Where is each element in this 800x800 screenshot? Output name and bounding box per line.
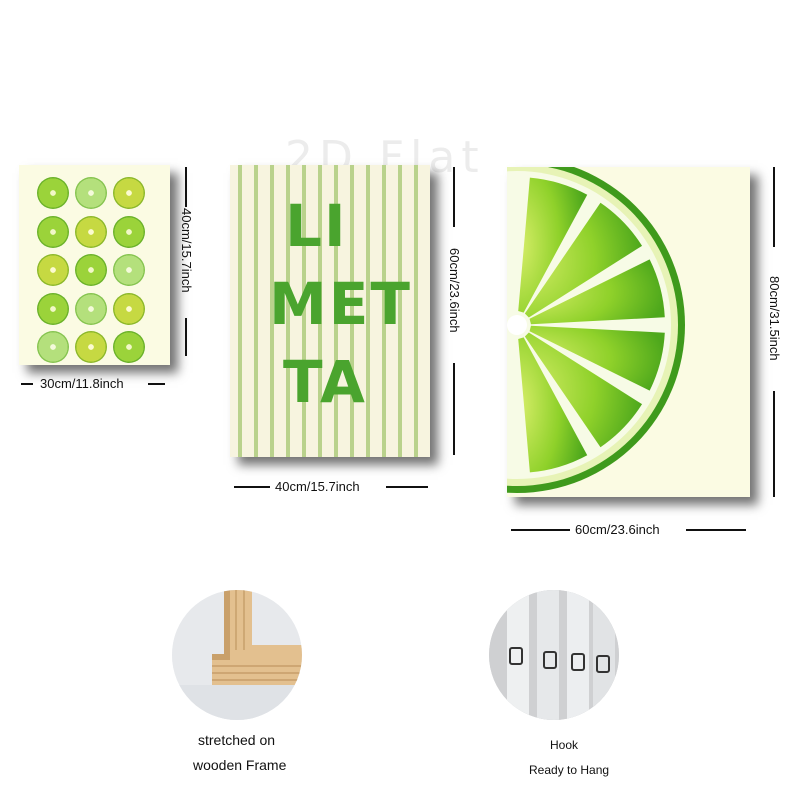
lime-slice-print (507, 167, 750, 497)
panel-3-height-label: 80cm/31.5inch (767, 276, 782, 361)
panel-2-height-label: 60cm/23.6inch (447, 248, 462, 333)
hook-caption-line-1: Hook (550, 738, 579, 752)
dimension-line-vertical (185, 167, 187, 207)
lime-grid (37, 177, 152, 363)
hook-icon (489, 590, 619, 720)
limetta-text: LI MET TA (230, 187, 430, 421)
lime-slice-icon (37, 177, 69, 209)
lime-slice-icon (37, 215, 69, 248)
lime-slice-icon (113, 215, 145, 248)
lime-slice-icon (75, 177, 107, 209)
lime-slice-icon (75, 254, 107, 286)
lime-slice-icon (113, 254, 145, 286)
limetta-line: LI (285, 192, 348, 260)
panel-2-width-label: 40cm/15.7inch (275, 479, 360, 494)
limetta-text-print: LI MET TA (230, 165, 430, 457)
dimension-line-vertical (773, 391, 775, 497)
dimension-line-vertical (773, 167, 775, 247)
lime-slice-icon (113, 177, 145, 209)
wooden-frame-caption-line-2: wooden Frame (193, 757, 287, 773)
limetta-line: MET (269, 270, 412, 338)
lime-slice-icon (37, 254, 69, 286)
lime-slice-icon (75, 215, 107, 248)
lime-slice-icon (75, 331, 107, 363)
dimension-line-horizontal (511, 529, 570, 531)
wooden-frame-icon (172, 590, 302, 720)
dimension-line-horizontal (148, 383, 165, 385)
limetta-line: TA (283, 348, 367, 416)
lime-slice-icon (75, 292, 107, 325)
lime-slice-icon (37, 331, 69, 363)
wooden-frame-caption-line-1: stretched on (198, 732, 276, 748)
dimension-line-vertical (185, 318, 187, 356)
hook-photo (489, 590, 619, 720)
panel-1-height-label: 40cm/15.7inch (179, 208, 194, 293)
lime-slice-icon (113, 331, 145, 363)
dimension-line-vertical (453, 167, 455, 227)
dimension-line-vertical (453, 363, 455, 455)
wooden-frame-photo (172, 590, 302, 720)
dimension-line-horizontal (21, 383, 33, 385)
panel-3-width-label: 60cm/23.6inch (575, 522, 660, 537)
hook-caption-line-2: Ready to Hang (529, 763, 610, 777)
dimension-line-horizontal (686, 529, 746, 531)
lime-slice-icon (113, 292, 145, 325)
lime-slice-icon (37, 292, 69, 325)
panel-1-width-label: 30cm/11.8inch (40, 376, 124, 391)
lime-slice-icon (507, 167, 685, 493)
dimension-line-horizontal (386, 486, 428, 488)
lime-grid-print (19, 165, 170, 365)
dimension-line-horizontal (234, 486, 270, 488)
